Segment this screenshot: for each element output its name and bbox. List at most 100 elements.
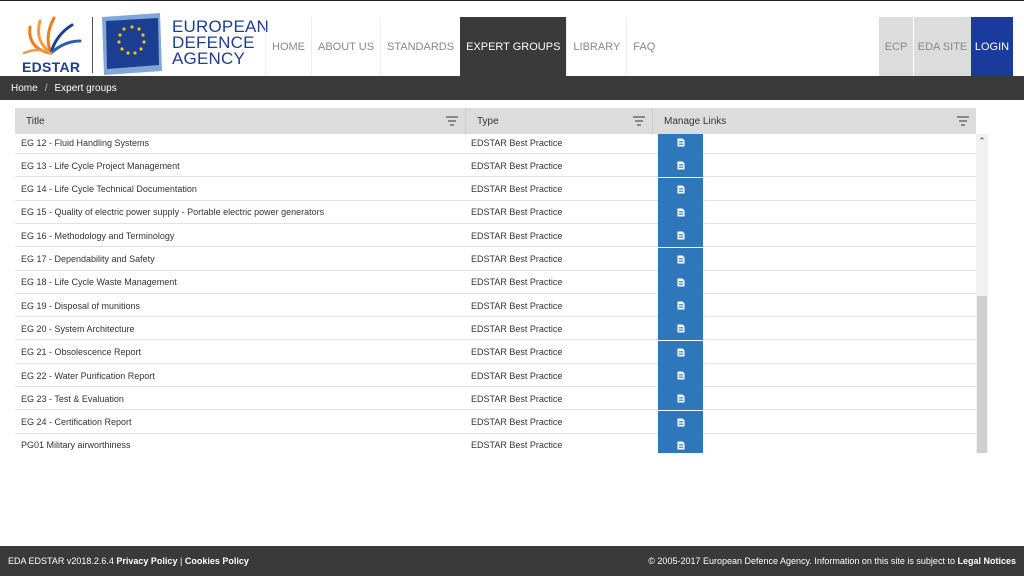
site-footer: EDA EDSTAR v2018.2.6.4 Privacy Policy | … [0, 546, 1024, 576]
breadcrumb-separator: / [44, 82, 48, 94]
cookies-policy-link[interactable]: Cookies Policy [185, 556, 249, 566]
row-title: EG 17 - Dependability and Safety [21, 254, 155, 264]
document-icon [677, 185, 684, 194]
ecp-link[interactable]: ECP [879, 17, 913, 76]
row-title: EG 20 - System Architecture [21, 323, 135, 334]
manage-links-button[interactable] [658, 317, 703, 341]
document-icon [677, 371, 684, 380]
row-title: EG 18 - Life Cycle Waste Management [21, 277, 177, 288]
table-row: EG 16 - Methodology and Terminology EDSTA… [15, 224, 976, 248]
document-icon [677, 161, 684, 170]
manage-links-button[interactable] [658, 154, 703, 178]
grid-body: EG 12 - Fluid Handling Systems EDSTAR Bes… [15, 134, 976, 453]
row-type: EDSTAR Best Practice [471, 160, 563, 171]
logo-divider [92, 17, 93, 73]
document-icon [677, 348, 684, 357]
scrollbar-thumb[interactable] [977, 296, 987, 453]
row-type: EDSTAR Best Practice [471, 207, 563, 218]
footer-divider: | [179, 556, 183, 566]
table-row: EG 23 - Test & Evaluation EDSTAR Best Pra… [15, 387, 976, 411]
utility-nav: ECP EDA SITE LOGIN [879, 17, 1013, 76]
grid-scrollbar[interactable]: ⌃ [976, 134, 988, 453]
breadcrumb-home[interactable]: Home [11, 83, 38, 94]
manage-links-button[interactable] [658, 410, 703, 434]
table-row: EG 14 - Life Cycle Technical Documentati… [15, 177, 976, 201]
column-header-type[interactable]: Type [466, 108, 653, 134]
filter-icon[interactable] [633, 116, 645, 126]
row-title: EG 23 - Test & Evaluation [21, 393, 124, 404]
row-title: EG 22 - Water Purification Report [21, 370, 155, 381]
expert-groups-grid: Title Type Manage Links EG 12 - Fluid Ha… [15, 108, 988, 453]
eda-wordmark: EUROPEAN DEFENCE AGENCY [172, 18, 269, 67]
eda-flag-icon [102, 13, 162, 75]
table-row: EG 12 - Fluid Handling Systems EDSTAR Bes… [15, 134, 976, 154]
column-header-manage-links[interactable]: Manage Links [653, 108, 976, 134]
manage-links-button[interactable] [658, 364, 703, 387]
document-icon [677, 301, 684, 310]
footer-right: © 2005-2017 European Defence Agency. Inf… [648, 556, 1016, 566]
manage-links-button[interactable] [658, 387, 703, 411]
nav-expert-groups[interactable]: EXPERT GROUPS [460, 17, 567, 76]
copyright-text: © 2005-2017 European Defence Agency. Inf… [648, 556, 955, 566]
edstar-logo[interactable]: EDSTAR [18, 13, 84, 75]
column-header-type-label: Type [477, 115, 499, 127]
table-row: EG 19 - Disposal of munitions EDSTAR Best… [15, 294, 976, 318]
row-type: EDSTAR Best Practice [471, 417, 563, 428]
document-icon [677, 231, 684, 240]
breadcrumb: Home / Expert groups [0, 76, 1024, 100]
row-title: EG 21 - Obsolescence Report [21, 347, 142, 358]
nav-about-us[interactable]: ABOUT US [311, 17, 380, 76]
filter-icon[interactable] [957, 116, 969, 126]
document-icon [677, 324, 684, 333]
manage-links-button[interactable] [658, 200, 703, 224]
row-type: EDSTAR Best Practice [471, 230, 563, 241]
manage-links-button[interactable] [658, 340, 703, 364]
row-type: EDSTAR Best Practice [471, 184, 563, 195]
row-type: EDSTAR Best Practice [471, 440, 563, 451]
document-icon [677, 418, 684, 427]
manage-links-button[interactable] [658, 224, 703, 248]
manage-links-button[interactable] [658, 433, 703, 453]
row-type: EDSTAR Best Practice [471, 254, 563, 264]
nav-home[interactable]: HOME [265, 17, 311, 76]
table-row: EG 17 - Dependability and Safety EDSTAR B… [15, 247, 976, 271]
site-header: EDSTAR EUROPEAN DEFENCE AGENCY HOME ABOU… [0, 0, 1024, 76]
column-header-manage-links-label: Manage Links [664, 115, 727, 127]
row-title: PG01 Military airworthiness [21, 440, 131, 451]
manage-links-button[interactable] [658, 134, 703, 154]
scroll-up-arrow-icon[interactable]: ⌃ [976, 136, 988, 146]
row-type: EDSTAR Best Practice [471, 277, 563, 288]
row-type: EDSTAR Best Practice [471, 137, 563, 148]
grid-header: Title Type Manage Links [15, 108, 976, 134]
document-icon [677, 441, 684, 450]
table-row: EG 20 - System Architecture EDSTAR Best P… [15, 317, 976, 341]
nav-library[interactable]: LIBRARY [566, 17, 626, 76]
filter-icon[interactable] [446, 116, 458, 126]
manage-links-button[interactable] [658, 247, 703, 271]
main-nav: HOME ABOUT US STANDARDS EXPERT GROUPS LI… [265, 17, 661, 76]
document-icon [677, 394, 684, 403]
column-header-title[interactable]: Title [15, 108, 466, 134]
row-title: EG 13 - Life Cycle Project Management [21, 160, 180, 171]
table-row: EG 21 - Obsolescence Report EDSTAR Best P… [15, 340, 976, 364]
document-icon [677, 255, 684, 263]
edstar-wordmark: EDSTAR [22, 59, 81, 75]
breadcrumb-current: Expert groups [54, 82, 117, 94]
column-header-title-label: Title [26, 115, 45, 127]
manage-links-button[interactable] [658, 294, 703, 318]
eda-site-link[interactable]: EDA SITE [913, 17, 971, 76]
row-title: EG 14 - Life Cycle Technical Documentati… [21, 184, 197, 195]
nav-standards[interactable]: STANDARDS [380, 17, 460, 76]
login-button[interactable]: LOGIN [971, 17, 1013, 76]
table-row: EG 18 - Life Cycle Waste Management EDSTA… [15, 270, 976, 294]
row-type: EDSTAR Best Practice [471, 323, 563, 334]
version-text: EDA EDSTAR v2018.2.6.4 [8, 556, 114, 566]
nav-faq[interactable]: FAQ [626, 17, 661, 76]
row-title: EG 12 - Fluid Handling Systems [21, 137, 150, 148]
table-row: EG 22 - Water Purification Report EDSTAR … [15, 364, 976, 387]
manage-links-button[interactable] [658, 177, 703, 201]
legal-notices-link[interactable]: Legal Notices [957, 556, 1016, 566]
privacy-policy-link[interactable]: Privacy Policy [116, 556, 177, 566]
manage-links-button[interactable] [658, 270, 703, 294]
eda-logo[interactable]: EUROPEAN DEFENCE AGENCY [100, 13, 269, 77]
